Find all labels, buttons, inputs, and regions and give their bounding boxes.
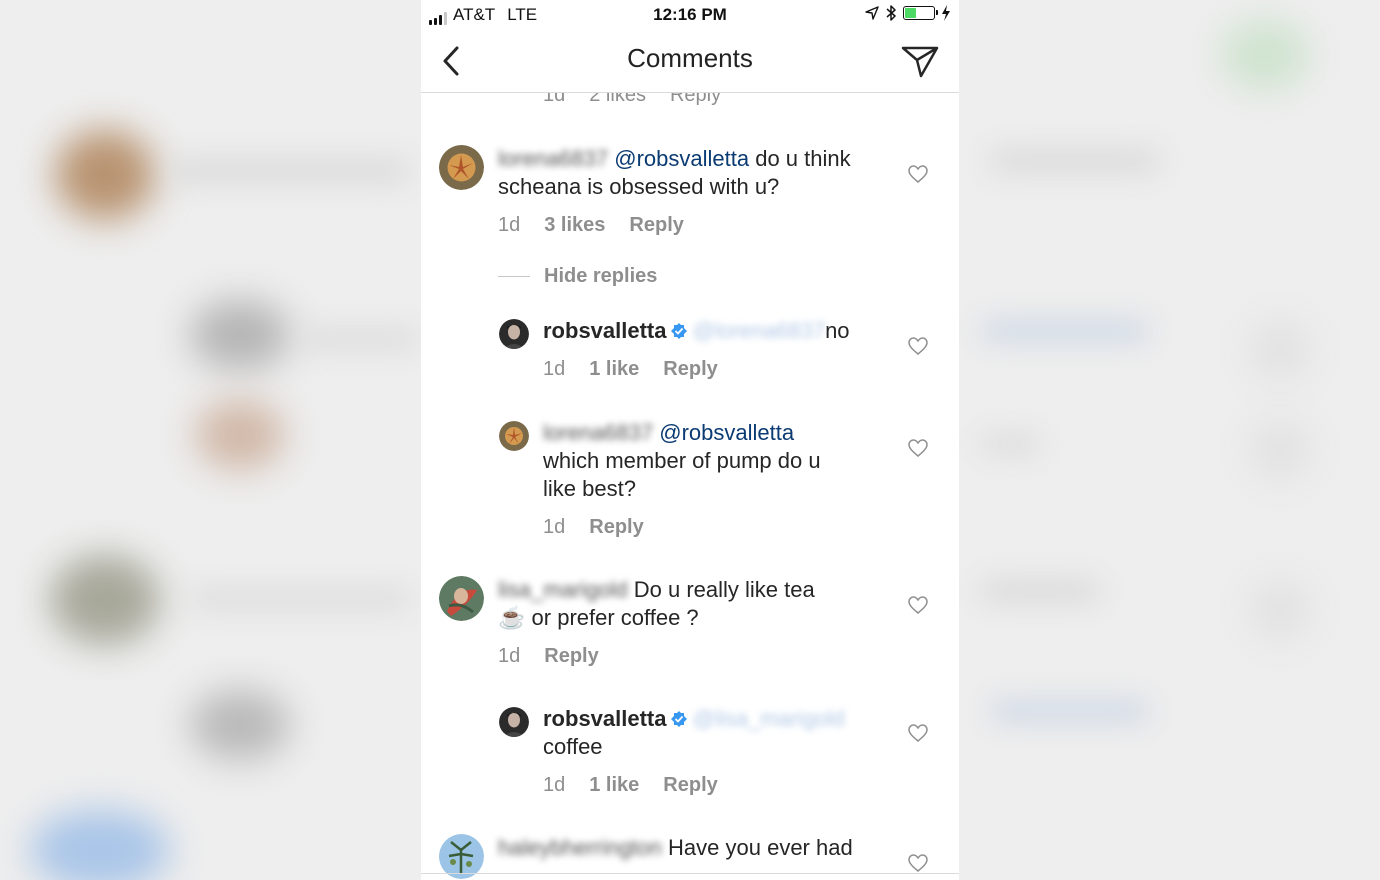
heart-icon[interactable] <box>908 724 928 742</box>
hide-replies-button[interactable]: Hide replies <box>498 265 657 288</box>
comment-mention[interactable]: @robsvalletta <box>614 146 749 171</box>
verified-badge-icon <box>670 711 687 727</box>
bg-shape <box>1250 320 1310 380</box>
comment-text: or prefer coffee ? <box>531 605 699 630</box>
comment-meta-row: 1d 1 like Reply <box>543 355 718 383</box>
bg-bar <box>980 320 1150 342</box>
bg-avatar <box>190 690 290 760</box>
heart-icon[interactable] <box>908 165 928 183</box>
bg-avatar <box>190 300 290 370</box>
send-icon[interactable] <box>901 44 939 78</box>
bg-bar <box>170 160 410 182</box>
coffee-emoji-icon: ☕ <box>498 605 526 630</box>
reply-button[interactable]: Reply <box>663 771 717 799</box>
page-title: Comments <box>627 43 753 73</box>
bg-bar <box>990 700 1150 722</box>
bg-avatar <box>195 400 285 470</box>
comment-meta-row: 1d Reply <box>543 513 644 541</box>
comment-text: like best? <box>543 476 636 501</box>
bg-avatar <box>55 130 155 220</box>
avatar[interactable] <box>499 319 529 349</box>
hide-replies-label: Hide replies <box>544 265 658 287</box>
bg-bar <box>980 435 1040 453</box>
comment-username[interactable]: lisa_marigold <box>498 577 628 602</box>
bg-bar <box>190 590 410 608</box>
comment-text: which member of pump do u <box>543 448 821 473</box>
comments-list[interactable]: 1d 2 likes Reply lorena6837 @robsvallett… <box>421 0 959 880</box>
reply-item: lorena6837 @robsvalletta which member of… <box>421 419 959 539</box>
comment-username[interactable]: lorena6837 <box>498 146 608 171</box>
bg-bar <box>980 580 1100 602</box>
comment-text: do u think <box>755 146 851 171</box>
comment-username[interactable]: lorena6837 <box>543 420 653 445</box>
comment-meta-row: 1d 3 likes Reply <box>498 211 684 239</box>
comment-username[interactable]: haleybherrington <box>498 835 662 860</box>
avatar[interactable] <box>499 707 529 737</box>
comment-time: 1d <box>543 516 566 538</box>
comment-text: Have you ever had <box>668 835 853 860</box>
likes-count[interactable]: 1 like <box>589 355 639 383</box>
comment-time: 1d <box>543 358 566 380</box>
heart-icon[interactable] <box>908 439 928 457</box>
avatar[interactable] <box>499 421 529 451</box>
bg-shape <box>1220 20 1310 90</box>
reply-button[interactable]: Reply <box>544 642 598 670</box>
bg-avatar <box>30 810 170 880</box>
divider <box>498 276 530 277</box>
comment-time: 1d <box>498 214 521 236</box>
verified-badge-icon <box>670 323 687 339</box>
comment-text: coffee <box>543 734 603 759</box>
heart-icon[interactable] <box>908 337 928 355</box>
bg-bar <box>300 330 420 348</box>
bg-shape <box>1250 420 1310 480</box>
heart-icon[interactable] <box>908 596 928 614</box>
bg-avatar <box>50 555 160 645</box>
comment-text: scheana is obsessed with u? <box>498 174 780 199</box>
comment-item: lorena6837 @robsvalletta do u think sche… <box>421 145 959 245</box>
reply-item: robsvalletta @lisa_marigold coffee 1d 1 … <box>421 705 959 805</box>
avatar[interactable] <box>439 576 484 621</box>
comment-text: Do u really like tea <box>633 577 815 602</box>
comment-mention[interactable]: @robsvalletta <box>659 420 794 445</box>
phone-screen: AT&T LTE 12:16 PM 1d 2 likes Reply loren… <box>421 0 959 880</box>
comment-mention[interactable]: @lisa_marigold <box>693 706 845 731</box>
comment-time: 1d <box>543 774 566 796</box>
reply-item: robsvalletta @lorena6837no 1d 1 like Rep… <box>421 317 959 397</box>
comment-text: no <box>825 318 850 343</box>
likes-count[interactable]: 1 like <box>589 771 639 799</box>
comment-mention[interactable]: @lorena6837 <box>693 318 825 343</box>
reply-button[interactable]: Reply <box>589 513 643 541</box>
heart-icon[interactable] <box>908 854 928 872</box>
comment-username[interactable]: robsvalletta <box>543 706 667 731</box>
reply-button[interactable]: Reply <box>663 355 717 383</box>
likes-count[interactable]: 3 likes <box>544 211 605 239</box>
comment-meta-row: 1d Reply <box>498 642 599 670</box>
bg-bar <box>990 150 1160 172</box>
comments-header: Comments <box>421 30 959 93</box>
divider <box>421 873 959 874</box>
bg-shape <box>1250 580 1310 640</box>
comment-time: 1d <box>498 645 521 667</box>
comment-item: lisa_marigold Do u really like tea ☕ or … <box>421 576 959 676</box>
comment-username[interactable]: robsvalletta <box>543 318 667 343</box>
comment-meta-row: 1d 1 like Reply <box>543 771 718 799</box>
reply-button[interactable]: Reply <box>629 211 683 239</box>
avatar[interactable] <box>439 145 484 190</box>
